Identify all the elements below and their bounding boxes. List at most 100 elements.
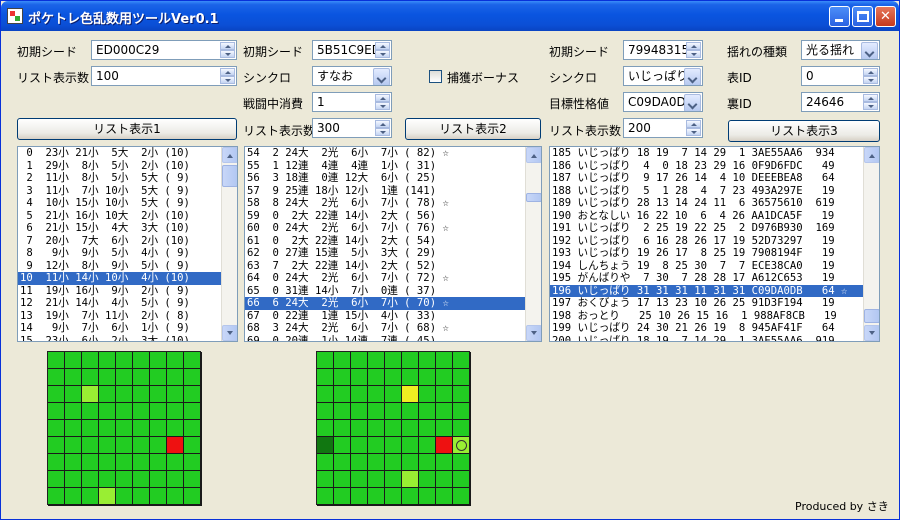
spin-up-icon[interactable]: [686, 120, 701, 128]
list-item[interactable]: 11 19小 16小 9小 2小 ( 9): [18, 285, 237, 298]
omote-id-input[interactable]: 0: [801, 66, 880, 86]
list-item[interactable]: 12 21小 14小 4小 5小 ( 9): [18, 297, 237, 310]
list-item[interactable]: 193 いじっぱり 19 26 17 8 25 19 7908194F 19: [550, 247, 879, 260]
scroll-down-icon[interactable]: [222, 325, 237, 341]
spin-down-icon[interactable]: [375, 50, 390, 58]
spin-down-icon[interactable]: [863, 76, 878, 84]
chevron-down-icon[interactable]: [373, 68, 390, 85]
spin-down-icon[interactable]: [686, 128, 701, 136]
list-item[interactable]: 4 10小 15小 10小 5大 ( 9): [18, 197, 237, 210]
spin-up-icon[interactable]: [220, 68, 235, 76]
spin-down-icon[interactable]: [686, 50, 701, 58]
left-seed-input[interactable]: ED000C29: [91, 40, 237, 60]
middle-result-list[interactable]: 54 2 24大 2光 6小 7小 ( 82) ☆ 55 1 12連 4連 4連 …: [244, 146, 542, 342]
spin-up-icon[interactable]: [375, 42, 390, 50]
list-item[interactable]: 69 0 20連 1小 14連 7連 ( 45): [245, 335, 541, 342]
list-item[interactable]: 9 12小 8小 9小 5小 ( 9): [18, 260, 237, 273]
minimize-button[interactable]: [829, 6, 850, 27]
list-display-3-button[interactable]: リスト表示3: [728, 120, 880, 142]
maximize-button[interactable]: [852, 6, 873, 27]
left-count-input[interactable]: 100: [91, 66, 237, 86]
middle-battle-input[interactable]: 1: [312, 92, 392, 112]
spin-down-icon[interactable]: [375, 128, 390, 136]
list-item[interactable]: 59 0 2大 22連 14小 2大 ( 56): [245, 210, 541, 223]
left-scroll-thumb[interactable]: [222, 165, 237, 187]
spin-up-icon[interactable]: [863, 94, 878, 102]
list-item[interactable]: 0 23小 21小 5大 2小 (10): [18, 147, 237, 160]
list-item[interactable]: 2 11小 8小 5小 5大 ( 9): [18, 172, 237, 185]
spin-down-icon[interactable]: [863, 102, 878, 110]
middle-count-input[interactable]: 300: [312, 118, 392, 138]
middle-seed-input[interactable]: 5B51C9ED: [312, 40, 392, 60]
middle-scroll-thumb[interactable]: [526, 193, 541, 202]
list-item[interactable]: 13 19小 7小 11小 2小 ( 8): [18, 310, 237, 323]
spin-down-icon[interactable]: [220, 50, 235, 58]
left-list-scrollbar[interactable]: [221, 147, 237, 341]
middle-sync-select[interactable]: すなお: [312, 66, 392, 86]
list-item[interactable]: 55 1 12連 4連 4連 1小 ( 31): [245, 160, 541, 173]
right-sync-select[interactable]: いじっぱり: [623, 66, 703, 86]
shake-type-select[interactable]: 光る揺れ: [801, 40, 880, 60]
right-count-spinner[interactable]: [686, 120, 701, 136]
list-item[interactable]: 57 9 25連 18小 12小 1連 (141): [245, 185, 541, 198]
list-item[interactable]: 15 23小 6小 2小 3大 (10): [18, 335, 237, 342]
list-item[interactable]: 60 0 24大 2光 6小 7小 ( 76) ☆: [245, 222, 541, 235]
list-item[interactable]: 61 0 2大 22連 14小 2大 ( 54): [245, 235, 541, 248]
chevron-down-icon[interactable]: [684, 94, 701, 111]
scroll-up-icon[interactable]: [222, 147, 237, 163]
chevron-down-icon[interactable]: [684, 68, 701, 85]
ura-id-input[interactable]: 24646: [801, 92, 880, 112]
title-bar[interactable]: ポケトレ色乱数用ツールVer0.1 ✕: [1, 1, 899, 31]
list-item[interactable]: 197 おくびょう 17 13 23 10 26 25 91D3F194 19: [550, 297, 879, 310]
spin-up-icon[interactable]: [863, 68, 878, 76]
list-item[interactable]: 10 11小 14小 10小 4小 (10): [18, 272, 237, 285]
right-seed-input[interactable]: 79948315: [623, 40, 703, 60]
left-result-list[interactable]: 0 23小 21小 5大 2小 (10) 1 29小 8小 5小 2小 (10)…: [17, 146, 238, 342]
list-item[interactable]: 63 7 2大 22連 14小 2大 ( 52): [245, 260, 541, 273]
list-item[interactable]: 191 いじっぱり 2 25 19 22 25 2 D976B930 169: [550, 222, 879, 235]
list-item[interactable]: 64 0 24大 2光 6小 7小 ( 72) ☆: [245, 272, 541, 285]
list-item[interactable]: 56 3 18連 0連 12大 6小 ( 25): [245, 172, 541, 185]
list-item[interactable]: 3 11小 7小 10小 5大 ( 9): [18, 185, 237, 198]
spin-down-icon[interactable]: [220, 76, 235, 84]
list-item[interactable]: 67 0 22連 1連 15小 4小 ( 33): [245, 310, 541, 323]
scroll-up-icon[interactable]: [526, 147, 541, 163]
close-button[interactable]: ✕: [875, 6, 896, 27]
list-item[interactable]: 199 いじっぱり 24 30 21 26 19 8 945AF41F 64: [550, 322, 879, 335]
middle-seed-spinner[interactable]: [375, 42, 390, 58]
middle-count-spinner[interactable]: [375, 120, 390, 136]
list-item[interactable]: 196 いじっぱり 31 31 31 11 31 31 C09DA0DB 64 …: [550, 284, 879, 297]
middle-battle-spinner[interactable]: [375, 94, 390, 110]
omote-id-spinner[interactable]: [863, 68, 878, 84]
right-scroll-thumb[interactable]: [864, 309, 879, 323]
chevron-down-icon[interactable]: [861, 42, 878, 59]
list-item[interactable]: 65 0 31連 14小 7小 0連 ( 37): [245, 285, 541, 298]
capture-bonus-checkbox[interactable]: [429, 70, 442, 83]
scroll-down-icon[interactable]: [864, 325, 879, 341]
list-item[interactable]: 62 0 27連 15連 5小 3大 ( 29): [245, 247, 541, 260]
ura-id-spinner[interactable]: [863, 94, 878, 110]
spin-down-icon[interactable]: [375, 102, 390, 110]
spin-up-icon[interactable]: [686, 42, 701, 50]
list-item[interactable]: 187 いじっぱり 9 17 26 14 4 10 DEEEBEA8 64: [550, 172, 879, 185]
right-count-input[interactable]: 200: [623, 118, 703, 138]
list-item[interactable]: 185 いじっぱり 18 19 7 14 29 1 3AE55AA6 934: [550, 147, 879, 160]
right-list-scrollbar[interactable]: [863, 147, 879, 341]
spin-up-icon[interactable]: [220, 42, 235, 50]
list-item[interactable]: 54 2 24大 2光 6小 7小 ( 82) ☆: [245, 147, 541, 160]
list-item[interactable]: 68 3 24大 2光 6小 7小 ( 68) ☆: [245, 322, 541, 335]
list-item[interactable]: 190 おとなしい 16 22 10 6 4 26 AA1DCA5F 19: [550, 210, 879, 223]
list-item[interactable]: 186 いじっぱり 4 0 18 23 29 16 0F9D6FDC 49: [550, 160, 879, 173]
right-seed-spinner[interactable]: [686, 42, 701, 58]
list-item[interactable]: 7 20小 7大 6小 2小 (10): [18, 235, 237, 248]
list-item[interactable]: 188 いじっぱり 5 1 28 4 7 23 493A297E 19: [550, 185, 879, 198]
scroll-up-icon[interactable]: [864, 147, 879, 163]
left-seed-spinner[interactable]: [220, 42, 235, 58]
right-result-list[interactable]: 185 いじっぱり 18 19 7 14 29 1 3AE55AA6 934 18…: [549, 146, 880, 342]
list-display-2-button[interactable]: リスト表示2: [405, 118, 541, 140]
list-item[interactable]: 5 21小 16小 10大 2小 (10): [18, 210, 237, 223]
left-count-spinner[interactable]: [220, 68, 235, 84]
list-item[interactable]: 189 いじっぱり 28 13 14 24 11 6 36575610 619: [550, 197, 879, 210]
list-item[interactable]: 198 おっとり 25 10 26 15 16 1 988AF8CB 19: [550, 310, 879, 323]
list-item[interactable]: 6 21小 15小 4大 3大 (10): [18, 222, 237, 235]
